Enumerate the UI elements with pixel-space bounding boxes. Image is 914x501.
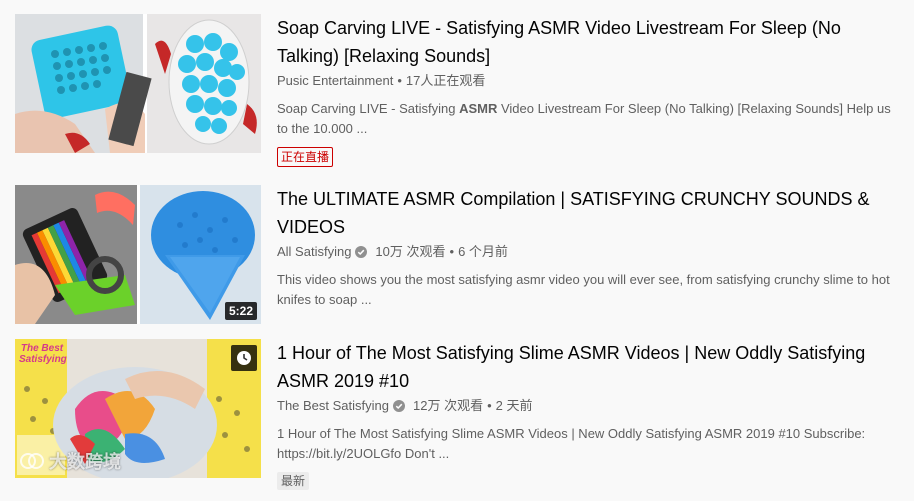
live-badge: 正在直播 [277,147,334,167]
video-thumbnail[interactable] [15,14,261,153]
video-result-1[interactable]: Soap Carving LIVE - Satisfying ASMR Vide… [15,14,905,167]
meta-separator: • [397,73,402,88]
soap-carving-image [15,14,261,153]
channel-name[interactable]: Pusic Entertainment [277,72,393,90]
video-result-3[interactable]: The Best Satisfying 大数跨境 1 Hour of The M… [15,339,905,490]
viewer-count: 17人正在观看 [405,73,486,88]
video-title[interactable]: The ULTIMATE ASMR Compilation | SATISFYI… [277,185,897,241]
video-description: 1 Hour of The Most Satisfying Slime ASMR… [277,426,866,461]
video-duration: 5:22 [224,302,257,320]
video-thumbnail[interactable]: The Best Satisfying 大数跨境 [15,339,261,478]
verified-icon [393,400,405,412]
video-meta: The Best Satisfying 12万 次观看 • 2 天前 [277,397,897,415]
video-info: 1 Hour of The Most Satisfying Slime ASMR… [277,339,897,490]
watermark-text: 大数跨境 [49,452,121,472]
video-info: The ULTIMATE ASMR Compilation | SATISFYI… [277,185,897,310]
meta-separator: • [449,244,455,259]
view-count: 12万 次观看 [413,398,484,413]
upload-age: 6 个月前 [458,244,508,259]
video-description: This video shows you the most satisfying… [277,272,890,307]
video-description: Soap Carving LIVE - Satisfying ASMR Vide… [277,101,891,136]
verified-icon [355,246,368,258]
video-info: Soap Carving LIVE - Satisfying ASMR Vide… [277,14,897,167]
clock-icon [237,351,251,365]
upload-age: 2 天前 [495,398,533,413]
video-result-2[interactable]: 5:22 The ULTIMATE ASMR Compilation | SAT… [15,185,905,325]
meta-separator: • [487,398,492,413]
view-count: 10万 次观看 [375,244,446,259]
watch-later-button[interactable] [231,345,257,371]
video-meta: All Satisfying 10万 次观看 • 6 个月前 [277,243,897,261]
new-badge: 最新 [277,472,310,490]
channel-name[interactable]: The Best Satisfying [277,397,389,415]
video-title[interactable]: 1 Hour of The Most Satisfying Slime ASMR… [277,339,897,395]
video-title[interactable]: Soap Carving LIVE - Satisfying ASMR Vide… [277,14,897,70]
watermark-logo-icon [20,453,44,469]
video-thumbnail[interactable]: 5:22 [15,185,261,324]
channel-name[interactable]: All Satisfying [277,243,351,261]
thumbnail-text: The Best Satisfying [19,343,67,365]
watermark: 大数跨境 [19,448,121,474]
video-meta: Pusic Entertainment • 17人正在观看 [277,72,897,90]
